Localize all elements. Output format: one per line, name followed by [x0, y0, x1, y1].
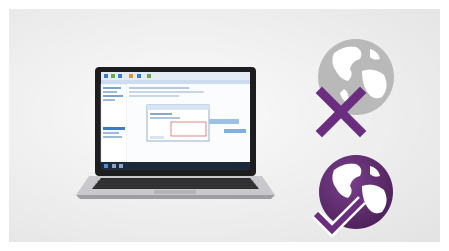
app-window — [100, 72, 250, 170]
globe-with-checkmark-icon — [312, 155, 393, 238]
illustration-panel — [9, 9, 440, 242]
globe-with-x-icon — [315, 39, 394, 138]
laptop-trackpad — [154, 190, 196, 194]
